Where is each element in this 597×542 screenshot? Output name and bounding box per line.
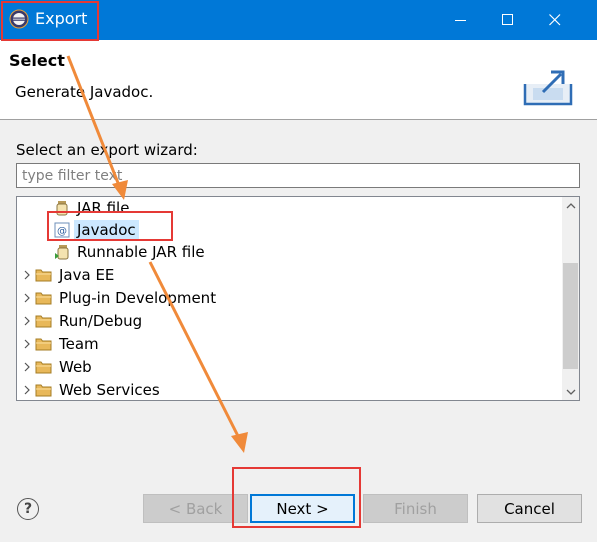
tree-item-label: Run/Debug [59, 312, 143, 330]
chevron-right-icon[interactable] [19, 333, 35, 355]
tree-item-java-ee[interactable]: Java EE [19, 264, 117, 286]
folder-icon [35, 313, 52, 330]
tree-item-javadoc[interactable]: @ Javadoc [53, 219, 139, 241]
tree-item-web-services[interactable]: Web Services [19, 379, 163, 400]
filter-input[interactable] [16, 163, 580, 188]
tree-item-label: Web [59, 358, 92, 376]
folder-icon [35, 290, 52, 307]
maximize-icon [502, 14, 513, 25]
maximize-button[interactable] [485, 0, 531, 40]
export-wizard-banner-icon [521, 64, 577, 112]
next-button[interactable]: Next > [250, 494, 355, 523]
scroll-up-button[interactable] [562, 197, 579, 214]
chevron-right-icon[interactable] [19, 310, 35, 332]
tree-item-plug-in-development[interactable]: Plug-in Development [19, 287, 219, 309]
tree-item-label: Runnable JAR file [77, 243, 205, 261]
eclipse-icon [9, 9, 29, 29]
tree-item-label: Team [59, 335, 99, 353]
chevron-up-icon [566, 202, 575, 208]
folder-icon [35, 336, 52, 353]
chevron-down-icon [566, 389, 575, 395]
chevron-right-icon[interactable] [19, 379, 35, 400]
close-icon [549, 14, 561, 26]
cancel-button[interactable]: Cancel [477, 494, 582, 523]
chevron-right-icon[interactable] [19, 356, 35, 378]
tree-item-label: JAR file [77, 199, 130, 217]
wizard-header: Select Generate Javadoc. [0, 40, 597, 120]
wizard-content: Select an export wizard: JAR file @ Java… [0, 120, 597, 542]
tree-item-label: Plug-in Development [59, 289, 217, 307]
chevron-right-icon[interactable] [19, 264, 35, 286]
tree-item-label: Java EE [59, 266, 115, 284]
tree-item-label: Javadoc [74, 220, 139, 240]
folder-icon [35, 267, 52, 284]
tree-item-team[interactable]: Team [19, 333, 102, 355]
jar-file-icon [53, 200, 70, 217]
chevron-right-icon[interactable] [19, 287, 35, 309]
javadoc-icon: @ [53, 222, 70, 239]
runnable-jar-icon [53, 244, 70, 261]
wizard-tree[interactable]: JAR file @ Javadoc Runnable JAR file Jav… [16, 196, 580, 401]
folder-icon [35, 382, 52, 399]
tree-item-label: Web Services [59, 381, 160, 399]
tree-scrollbar[interactable] [562, 197, 579, 400]
scroll-down-button[interactable] [562, 383, 579, 400]
scrollbar-thumb[interactable] [563, 263, 578, 369]
tree-item-jar-file[interactable]: JAR file [53, 197, 132, 219]
svg-text:@: @ [57, 226, 67, 237]
window-title: Export [35, 9, 88, 28]
tree-item-web[interactable]: Web [19, 356, 95, 378]
folder-icon [35, 359, 52, 376]
page-description: Generate Javadoc. [15, 83, 154, 101]
minimize-icon [455, 20, 466, 21]
tree-item-run-debug[interactable]: Run/Debug [19, 310, 145, 332]
minimize-button[interactable] [438, 0, 484, 40]
close-button[interactable] [532, 0, 578, 40]
back-button[interactable]: < Back [143, 494, 248, 523]
finish-button[interactable]: Finish [363, 494, 468, 523]
help-icon[interactable]: ? [17, 498, 39, 520]
tree-item-runnable-jar-file[interactable]: Runnable JAR file [53, 241, 208, 263]
title-bar: Export [0, 0, 597, 40]
page-title: Select [9, 51, 65, 70]
wizard-list-label: Select an export wizard: [16, 141, 198, 159]
